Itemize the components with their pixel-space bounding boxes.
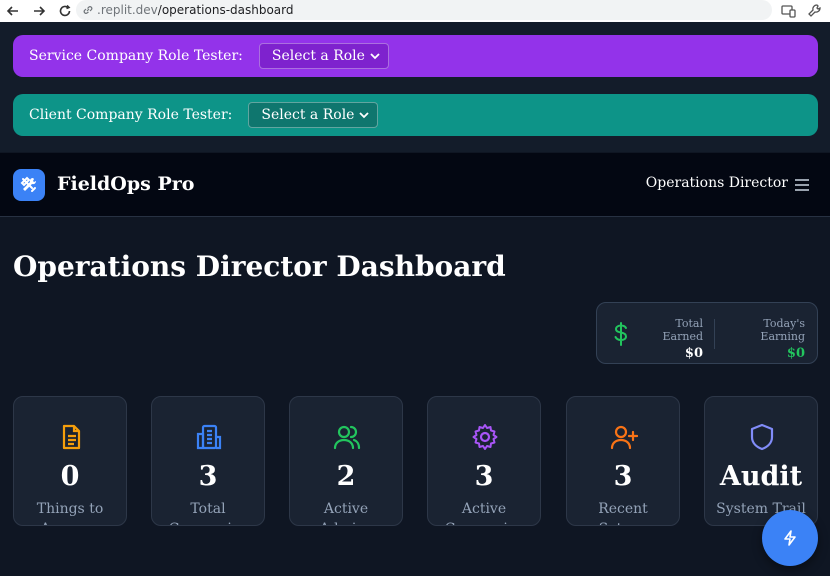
stat-card-active-admins[interactable]: 2 Active Admins bbox=[289, 396, 403, 526]
dollar-icon bbox=[614, 322, 628, 346]
current-role: Operations Director bbox=[645, 175, 788, 191]
total-earned-label: Total Earned bbox=[662, 317, 703, 343]
wrench-icon[interactable] bbox=[806, 2, 824, 20]
lightning-icon bbox=[784, 530, 796, 546]
user-plus-icon bbox=[610, 425, 638, 450]
stat-card-total-companies[interactable]: 3 Total Companies bbox=[151, 396, 265, 526]
stat-value: 0 bbox=[60, 461, 80, 492]
tools-icon bbox=[20, 176, 37, 192]
logo[interactable] bbox=[13, 169, 45, 201]
service-role-select-value: Select a Role bbox=[271, 48, 365, 64]
reload-icon[interactable] bbox=[52, 0, 78, 22]
users-icon bbox=[333, 425, 361, 450]
stat-label: Things to Approve bbox=[36, 501, 104, 525]
link-icon bbox=[83, 6, 93, 14]
client-role-tester: Client Company Role Tester: Select a Rol… bbox=[13, 94, 818, 136]
service-role-tester-label: Service Company Role Tester: bbox=[29, 48, 243, 64]
client-role-select-value: Select a Role bbox=[261, 107, 355, 123]
stat-value: Audit bbox=[719, 461, 803, 492]
back-icon[interactable] bbox=[0, 0, 26, 22]
stat-card-audit[interactable]: Audit System Trail bbox=[704, 396, 818, 526]
earnings-card: Total Earned $0 Today's Earning $0 bbox=[596, 302, 818, 364]
todays-earning-value: $0 bbox=[786, 346, 805, 361]
stat-label: Total Companies bbox=[169, 501, 248, 525]
stat-value: 3 bbox=[474, 461, 494, 492]
browser-toolbar: .replit.dev/operations-dashboard bbox=[0, 0, 830, 22]
app-header: FieldOps Pro Operations Director bbox=[0, 153, 830, 217]
role-tester-panel: Service Company Role Tester: Select a Ro… bbox=[0, 22, 830, 152]
url-text: .replit.dev/operations-dashboard bbox=[97, 3, 294, 17]
building-icon bbox=[196, 424, 222, 450]
client-role-tester-label: Client Company Role Tester: bbox=[29, 107, 233, 123]
total-earned-value: $0 bbox=[684, 346, 703, 361]
address-bar[interactable]: .replit.dev/operations-dashboard bbox=[76, 0, 772, 20]
menu-icon[interactable] bbox=[794, 177, 810, 193]
chevron-down-icon bbox=[359, 112, 370, 119]
page-title: Operations Director Dashboard bbox=[13, 250, 506, 283]
stat-card-things-to-approve[interactable]: 0 Things to Approve bbox=[13, 396, 127, 526]
stat-value: 3 bbox=[198, 461, 218, 492]
todays-earning-label: Today's Earning bbox=[760, 317, 805, 343]
brand-name[interactable]: FieldOps Pro bbox=[57, 173, 194, 195]
stat-label: Active Companies bbox=[445, 501, 524, 525]
stat-value: 2 bbox=[336, 461, 356, 492]
service-role-tester: Service Company Role Tester: Select a Ro… bbox=[13, 35, 818, 77]
service-role-select[interactable]: Select a Role bbox=[258, 43, 389, 69]
total-earned: Total Earned $0 bbox=[637, 317, 703, 361]
forward-icon[interactable] bbox=[26, 0, 52, 22]
earnings-divider bbox=[714, 319, 715, 349]
chevron-down-icon bbox=[370, 53, 380, 60]
stat-label: Recent Setups bbox=[598, 501, 648, 525]
devices-icon[interactable] bbox=[780, 2, 798, 20]
client-role-select[interactable]: Select a Role bbox=[248, 102, 379, 128]
document-icon bbox=[62, 424, 81, 450]
stat-value: 3 bbox=[613, 461, 633, 492]
stat-label: Active Admins bbox=[319, 501, 372, 525]
quick-action-button[interactable] bbox=[762, 510, 818, 566]
shield-icon bbox=[750, 423, 774, 451]
gear-icon bbox=[472, 424, 498, 450]
stat-card-active-companies[interactable]: 3 Active Companies bbox=[427, 396, 541, 526]
todays-earning: Today's Earning $0 bbox=[721, 317, 805, 361]
stat-card-recent-setups[interactable]: 3 Recent Setups bbox=[566, 396, 680, 526]
